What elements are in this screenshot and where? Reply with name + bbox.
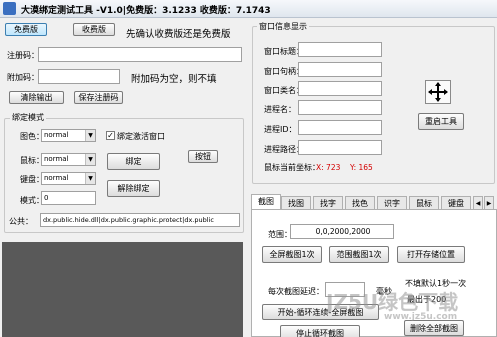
extra-code-hint: 附加码为空，则不填	[131, 74, 217, 85]
free-version-button[interactable]: 免费版	[5, 23, 47, 36]
unbind-button[interactable]: 解除绑定	[107, 180, 160, 197]
range-screenshot-button[interactable]: 范围截图1次	[329, 246, 389, 263]
window-class-field[interactable]	[298, 81, 382, 96]
tab-strip: 截图 找图 找字 找色 识字 鼠标 键盘 ◀ ▶	[251, 194, 497, 210]
app-icon	[3, 2, 16, 15]
mode-input[interactable]: 0	[41, 191, 96, 205]
mouse-select[interactable]: normal ▼	[41, 153, 96, 166]
window-title-field[interactable]	[298, 42, 382, 57]
version-hint: 先确认收费版还是免费版	[126, 29, 231, 40]
process-id-label: 进程ID：	[264, 125, 297, 134]
tab-scroll-right[interactable]: ▶	[484, 196, 494, 210]
process-name-field[interactable]	[298, 100, 382, 115]
output-pane	[2, 242, 243, 337]
title-bar[interactable]: 大漠绑定测试工具 -V1.0|免费版：3.1233 收费版：7.1743	[0, 0, 497, 18]
keypad-select[interactable]: normal ▼	[41, 172, 96, 185]
keypad-select-value: normal	[44, 174, 69, 182]
tab-find-image[interactable]: 找图	[281, 196, 311, 210]
restart-tool-button[interactable]: 重启工具	[418, 113, 464, 130]
chevron-down-icon: ▼	[85, 130, 95, 141]
tab-screenshot[interactable]: 截图	[251, 194, 281, 210]
tab-find-text[interactable]: 找字	[313, 196, 343, 210]
mouse-select-value: normal	[44, 155, 69, 163]
app-window: 大漠绑定测试工具 -V1.0|免费版：3.1233 收费版：7.1743 免费版…	[0, 0, 497, 337]
process-name-label: 进程名：	[264, 105, 296, 114]
tab-scroll-left[interactable]: ◀	[473, 196, 483, 210]
watermark-logo: JZ5U绿色下载	[326, 290, 459, 314]
range-label: 范围：	[268, 230, 292, 239]
extra-code-label: 附加码：	[7, 73, 39, 82]
activate-window-label: 绑定激活窗口	[117, 132, 165, 141]
tab-mouse[interactable]: 鼠标	[409, 196, 439, 210]
process-id-field[interactable]	[298, 120, 382, 135]
open-folder-button[interactable]: 打开存储位置	[397, 246, 465, 263]
delay-label: 每次截图延迟：	[268, 287, 324, 296]
reg-code-input[interactable]	[38, 47, 242, 62]
window-info-title: 窗口信息显示	[257, 21, 309, 32]
process-path-field[interactable]	[298, 140, 382, 155]
mouse-pos-label: 鼠标当前坐标：	[264, 163, 320, 172]
full-screenshot-button[interactable]: 全屏截图1次	[262, 246, 322, 263]
bind-mode-title: 绑定模式	[10, 112, 46, 123]
window-title: 大漠绑定测试工具 -V1.0|免费版：3.1233 收费版：7.1743	[21, 6, 271, 16]
crosshair-glyph	[428, 82, 448, 102]
display-select-value: normal	[44, 131, 69, 139]
public-label: 公共：	[9, 217, 33, 226]
activate-window-checkbox[interactable]: ✓	[106, 131, 115, 140]
clear-output-button[interactable]: 清除输出	[9, 91, 64, 104]
tab-find-color[interactable]: 找色	[345, 196, 375, 210]
mouse-x: X: 723	[316, 163, 341, 172]
watermark-url: www.jz5u.com	[384, 312, 458, 322]
save-reg-button[interactable]: 保存注册码	[74, 91, 123, 104]
extra-code-input[interactable]	[38, 69, 120, 84]
tab-keyboard[interactable]: 键盘	[441, 196, 471, 210]
paid-version-button[interactable]: 收费版	[73, 23, 115, 36]
bind-button[interactable]: 绑定	[107, 153, 160, 170]
chevron-down-icon: ▼	[85, 154, 95, 165]
stop-loop-button[interactable]: 停止循环截图	[280, 325, 360, 337]
window-handle-field[interactable]	[298, 62, 382, 77]
public-input[interactable]: dx.public.hide.dll|dx.public.graphic.pro…	[40, 213, 240, 227]
crosshair-icon[interactable]	[425, 80, 451, 104]
tab-ocr[interactable]: 识字	[377, 196, 407, 210]
range-input[interactable]: 0,0,2000,2000	[290, 224, 394, 239]
mouse-y: Y: 165	[350, 163, 373, 172]
key-button[interactable]: 按钮	[188, 150, 218, 163]
display-select[interactable]: normal ▼	[41, 129, 96, 142]
chevron-down-icon: ▼	[85, 173, 95, 184]
clear-screenshots-button[interactable]: 删除全部截图	[404, 320, 464, 336]
mouse-pos-display: X: 723 Y: 165	[316, 158, 400, 173]
reg-code-label: 注册码：	[7, 51, 39, 60]
